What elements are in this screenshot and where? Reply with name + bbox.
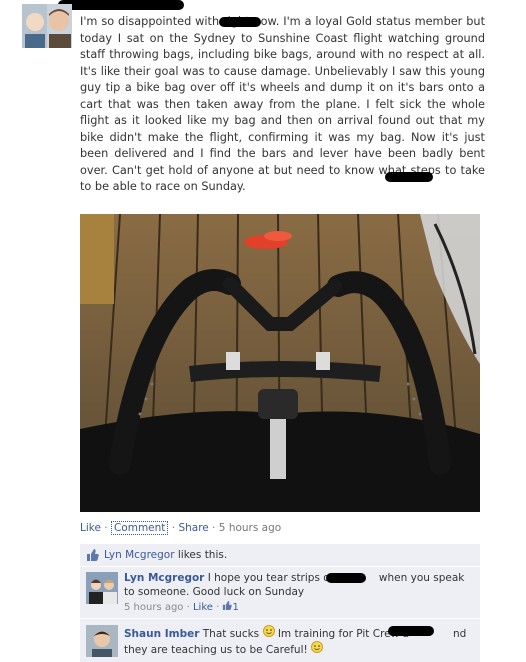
- comment-text: I hope you tear strips off: [204, 572, 337, 584]
- separator-dot: ·: [212, 522, 216, 534]
- smiley-icon: [262, 625, 275, 640]
- comment-text: That sucks: [199, 628, 260, 640]
- like-link[interactable]: Like: [80, 522, 101, 534]
- comment-link[interactable]: Comment: [110, 521, 169, 535]
- comment-like-link[interactable]: Like: [193, 602, 213, 613]
- comment-like-count[interactable]: 1: [232, 602, 238, 613]
- post-timestamp: 5 hours ago: [218, 522, 282, 534]
- redacted-company: [388, 626, 434, 636]
- thumbs-up-icon: [222, 601, 233, 613]
- liker-name[interactable]: Lyn Mcgregor: [104, 549, 175, 561]
- post-text: I'm so disappointed with right now. I'm …: [80, 15, 485, 193]
- separator-dot: ·: [104, 522, 108, 534]
- bike-bars-photo[interactable]: [80, 214, 480, 512]
- thumbs-up-icon: [86, 549, 99, 564]
- commenter-avatar[interactable]: [86, 625, 118, 657]
- likes-row: Lyn Mcgregor likes this.: [80, 544, 480, 566]
- likes-suffix: likes this.: [174, 549, 228, 561]
- comment-author[interactable]: Lyn Mcgregor: [124, 572, 204, 584]
- poster-avatar[interactable]: [22, 4, 72, 48]
- comment-item: Lyn Mcgregor I hope you tear strips off w…: [80, 567, 480, 618]
- commenter-avatar[interactable]: [86, 572, 118, 604]
- comment-author[interactable]: Shaun Imber: [124, 628, 199, 640]
- redacted-company: [385, 172, 433, 182]
- separator-dot: ·: [171, 522, 176, 534]
- post-actions: Like · Comment · Share · 5 hours ago: [80, 521, 282, 535]
- smiley-icon: [311, 641, 324, 656]
- comment-timestamp: 5 hours ago: [124, 602, 184, 613]
- redacted-company: [326, 573, 366, 583]
- redacted-name: [58, 0, 184, 10]
- redacted-company: [219, 17, 261, 27]
- share-link[interactable]: Share: [178, 522, 208, 534]
